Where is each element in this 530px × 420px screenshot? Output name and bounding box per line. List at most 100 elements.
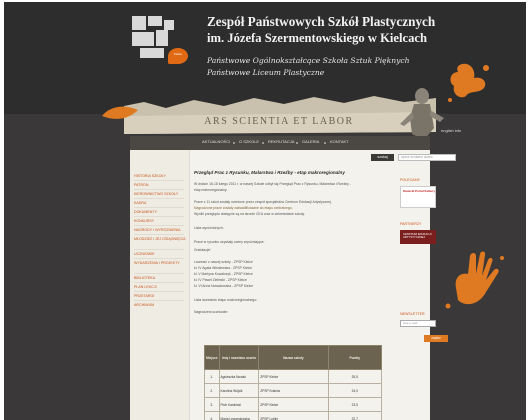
nav-separator — [233, 142, 235, 144]
sidebar-item[interactable]: HISTORIA SZKOŁY — [134, 174, 186, 178]
menu-divider — [134, 198, 184, 199]
nav-item-about[interactable]: O SZKOLE — [239, 139, 259, 144]
logo-block — [164, 20, 174, 30]
article-paragraph: Wyniki przeglądu dostępne są na stronie … — [194, 212, 305, 216]
menu-divider — [134, 207, 184, 208]
site-subtitle-line1: Państwowe Ogólnokształcące Szkoła Sztuk … — [207, 56, 410, 65]
table-cell: Karolina Wójcik — [218, 383, 260, 398]
nav-item-contact[interactable]: KONTAKT — [330, 139, 349, 144]
logo-badge-label: Kielce — [173, 52, 183, 56]
article-paragraph: kl. IV Agata Wiśniewska - ZPSP Kielce — [194, 266, 252, 270]
sidebar-item[interactable]: MŁODZIEŻ I JEJ OSIĄGNIĘCIA — [134, 237, 186, 241]
table-cell: 25,5 — [327, 369, 383, 384]
site-title-line1: Zespół Państwowych Szkół Plastycznych — [207, 14, 436, 29]
article-paragraph: Nagrodzone prace zostały zakwalifikowane… — [194, 206, 293, 210]
article-paragraph: Prace z 11 szkół zostały ocenione przez … — [194, 200, 332, 204]
search-button[interactable]: szukaj — [371, 154, 394, 161]
table-cell: ZPSP Kielce — [258, 369, 329, 384]
sidebar-item[interactable]: KIEROWNICTWO SZKOŁY — [134, 192, 186, 196]
menu-divider — [134, 258, 184, 259]
sculpture-icon — [400, 88, 444, 140]
logo-block — [156, 30, 168, 46]
article-paragraph: etap makroregionalny. — [194, 188, 228, 192]
sidebar-heading: POLECAMY — [400, 178, 420, 182]
table-cell: 24,0 — [327, 383, 383, 398]
logo-badge — [168, 48, 188, 64]
menu-divider — [134, 273, 184, 274]
main-nav: AKTUALNOŚCI O SZKOLE REKRUTACJA GALERIA … — [130, 136, 430, 150]
sidebar-item[interactable]: NAGRODY I WYRÓŻNIENIA — [134, 228, 186, 232]
school-logo[interactable]: Kielce — [132, 16, 194, 68]
article-paragraph: Gratulacje! — [194, 248, 211, 252]
sidebar-item[interactable]: PATRON — [134, 183, 186, 187]
newsletter-submit-button[interactable]: zapisz — [424, 335, 448, 342]
table-cell: ZPSP Kielce — [258, 397, 329, 412]
table-cell: Agnieszka Nowak — [218, 369, 260, 384]
sidebar-item[interactable]: DOKUMENTY — [134, 210, 186, 214]
menu-divider — [134, 216, 184, 217]
nav-separator — [296, 142, 298, 144]
table-cell: Maria Lewandowska — [218, 411, 260, 420]
banner-text: Kielecki Portal Kultury — [403, 189, 436, 193]
table-cell: 22,7 — [327, 411, 383, 420]
site-title-line2: im. Józefa Szermentowskiego w Kielcach — [207, 31, 427, 45]
menu-divider — [134, 300, 184, 301]
table-row: 4. Maria Lewandowska ZPSP Lublin 22,7 — [204, 411, 383, 420]
sidebar-item[interactable]: BIBLIOTEKA — [134, 276, 186, 280]
paint-smear-icon — [102, 106, 138, 119]
sidebar-item[interactable]: ARCHIWUM — [134, 303, 186, 307]
table-row: 3. Piotr Kamiński ZPSP Kielce 23,5 — [204, 397, 383, 412]
article-paragraph: kl. V Martyna Kowalczyk - ZPSP Kielce — [194, 272, 253, 276]
logo-block — [148, 16, 162, 26]
nav-separator — [262, 142, 264, 144]
table-cell: ZPSP Lublin — [258, 411, 329, 420]
table-header: Punkty — [327, 345, 383, 370]
sidebar-item[interactable]: PLAN LEKCJI — [134, 285, 186, 289]
article-paragraph: Nagrodzeni uczniowie: — [194, 310, 229, 314]
nav-item-gallery[interactable]: GALERIA — [302, 139, 319, 144]
table-header: Imię i nazwisko ucznia — [218, 345, 260, 370]
article-paragraph: W dniach 16-18 lutego 2011 r. w naszej S… — [194, 182, 351, 186]
hand-print-icon — [445, 251, 504, 309]
table-cell: ZPSP Kraków — [258, 383, 329, 398]
nav-item-admission[interactable]: REKRUTACJA — [268, 139, 294, 144]
sidebar-item[interactable]: KADRA — [134, 201, 186, 205]
newsletter-email-input[interactable]: twój e-mail — [400, 320, 436, 327]
results-table: Miejsce Imię i nazwisko ucznia Nazwa szk… — [204, 345, 383, 420]
article-paragraph: Lista wyróżnionych: — [194, 226, 224, 230]
article-title: Przegląd Prac z Rysunku, Malarstwa i Rze… — [194, 170, 345, 175]
nav-separator — [324, 142, 326, 144]
motto-ribbon — [124, 96, 436, 134]
logo-block — [132, 16, 146, 30]
sidebar-item[interactable]: KONKURSY — [134, 219, 186, 223]
logo-block — [140, 48, 164, 58]
table-cell: 23,5 — [327, 397, 383, 412]
table-row: 1. Agnieszka Nowak ZPSP Kielce 25,5 — [204, 369, 383, 384]
table-cell: 2. — [204, 383, 220, 398]
table-header-row: Miejsce Imię i nazwisko ucznia Nazwa szk… — [204, 345, 383, 370]
sidebar-item[interactable]: WYDARZENIA I PROJEKTY — [134, 261, 186, 265]
sidebar-item[interactable]: UCZNIOWIE — [134, 252, 186, 256]
sidebar-item[interactable]: PRZETARGI — [134, 294, 186, 298]
article-paragraph: Laureaci z naszej szkoły - ZPSP Kielce — [194, 260, 253, 264]
table-cell: 1. — [204, 369, 220, 384]
school-motto: ARS SCIENTIA ET LABOR — [204, 116, 354, 127]
site-subtitle-line2: Państwowe Liceum Plastyczne — [207, 68, 325, 77]
cea-banner[interactable]: CENTRUM EDUKACJI ARTYSTYCZNEJ — [400, 230, 436, 244]
english-link[interactable]: english info — [441, 128, 461, 133]
menu-divider — [134, 234, 184, 235]
article-paragraph: Lista laureatów etapu makroregionalnego: — [194, 298, 258, 302]
table-cell: Piotr Kamiński — [218, 397, 260, 412]
logo-block — [132, 32, 154, 46]
nav-item-news[interactable]: AKTUALNOŚCI — [202, 139, 230, 144]
banner-text: CENTRUM EDUKACJI ARTYSTYCZNEJ — [403, 232, 432, 240]
search-input[interactable]: wpisz szukane słowo — [398, 154, 456, 161]
culture-portal-banner[interactable]: Kielecki Portal Kultury — [400, 186, 436, 208]
menu-divider — [134, 225, 184, 226]
sidebar-heading: PARTNERZY — [400, 222, 422, 226]
table-cell: 4. — [204, 411, 220, 420]
article-paragraph: kl. VI Anna Nowakowska - ZPSP Kielce — [194, 284, 254, 288]
table-cell: 3. — [204, 397, 220, 412]
page: Kielce Zespół Państwowych Szkół Plastycz… — [4, 2, 526, 420]
screenshot-frame: Kielce Zespół Państwowych Szkół Plastycz… — [0, 0, 530, 420]
